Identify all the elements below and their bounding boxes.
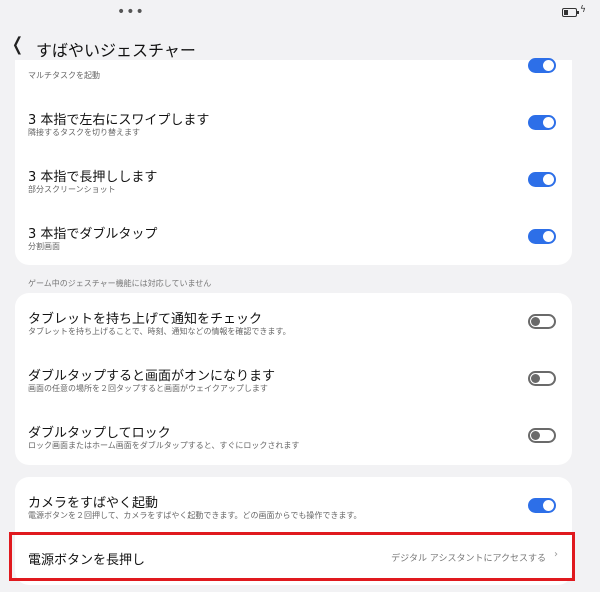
row-title: カメラをすばやく起動 <box>28 496 159 511</box>
three-finger-swipe-toggle[interactable] <box>528 115 556 130</box>
row-sub: 隣接するタスクを切り替えます <box>28 128 140 137</box>
row-title: 3 本指でダブルタップ <box>28 227 158 242</box>
back-arrow-icon[interactable]: ❬ <box>10 35 30 55</box>
list-item[interactable]: 3 本指でダブルタップ 分割画面 <box>15 222 572 262</box>
row-title: 3 本指で左右にスワイプします <box>28 113 210 128</box>
quick-camera-toggle[interactable] <box>528 498 556 513</box>
toggle-knob <box>543 174 554 185</box>
row-title: ダブルタップしてロック <box>28 426 171 441</box>
doubletap-wake-toggle[interactable] <box>528 371 556 386</box>
row-sub: ロック画面またはホーム画面をダブルタップすると、すぐにロックされます <box>28 441 300 450</box>
toggle-knob <box>543 500 554 511</box>
row-title: ダブルタップすると画面がオンになります <box>28 369 276 384</box>
multitask-sub: マルチタスクを起動 <box>28 71 100 80</box>
toggle-knob <box>543 117 554 128</box>
header: ❬ すばやいジェスチャー <box>0 32 600 62</box>
list-item[interactable]: カメラをすばやく起動 電源ボタンを２回押して、カメラをすばやく起動できます。どの… <box>15 491 572 535</box>
row-title: 3 本指で長押しします <box>28 170 158 185</box>
three-finger-hold-toggle[interactable] <box>528 172 556 187</box>
toggle-knob <box>531 374 540 383</box>
highlight-box <box>9 532 575 581</box>
toggle-knob <box>543 231 554 242</box>
list-item[interactable]: 3 本指で左右にスワイプします 隣接するタスクを切り替えます <box>15 108 572 160</box>
section-note: ゲーム中のジェスチャー機能には対応していません <box>28 279 212 288</box>
doubletap-lock-toggle[interactable] <box>528 428 556 443</box>
multitask-toggle[interactable] <box>528 58 556 73</box>
row-sub: 分割画面 <box>28 242 60 251</box>
gesture-card-2: タブレットを持ち上げて通知をチェック タブレットを持ち上げることで、時刻、通知な… <box>15 293 572 465</box>
row-title: タブレットを持ち上げて通知をチェック <box>28 312 263 327</box>
toggle-knob <box>543 60 554 71</box>
three-finger-doubletap-toggle[interactable] <box>528 229 556 244</box>
list-item[interactable]: 3 本指で長押しします 部分スクリーンショット <box>15 165 572 217</box>
status-dots: ••• <box>117 4 145 20</box>
page-title: すばやいジェスチャー <box>36 41 196 60</box>
toggle-knob <box>531 317 540 326</box>
row-sub: 部分スクリーンショット <box>28 185 116 194</box>
charging-icon: ϟ <box>580 5 586 15</box>
raise-to-check-toggle[interactable] <box>528 314 556 329</box>
row-sub: 画面の任意の場所を２回タップすると画面がウェイクアップします <box>28 384 268 393</box>
list-item[interactable]: ダブルタップすると画面がオンになります 画面の任意の場所を２回タップすると画面が… <box>15 364 572 414</box>
row-sub: タブレットを持ち上げることで、時刻、通知などの情報を確認できます。 <box>28 327 291 336</box>
list-item[interactable]: ダブルタップしてロック ロック画面またはホーム画面をダブルタップすると、すぐにロ… <box>15 421 572 465</box>
gesture-card-1: マルチタスクを起動 3 本指で左右にスワイプします 隣接するタスクを切り替えます… <box>15 58 572 265</box>
battery-icon <box>562 8 579 17</box>
list-item[interactable]: タブレットを持ち上げて通知をチェック タブレットを持ち上げることで、時刻、通知な… <box>15 307 572 357</box>
row-sub: 電源ボタンを２回押して、カメラをすばやく起動できます。どの画面からでも操作できま… <box>28 511 362 520</box>
toggle-knob <box>531 431 540 440</box>
